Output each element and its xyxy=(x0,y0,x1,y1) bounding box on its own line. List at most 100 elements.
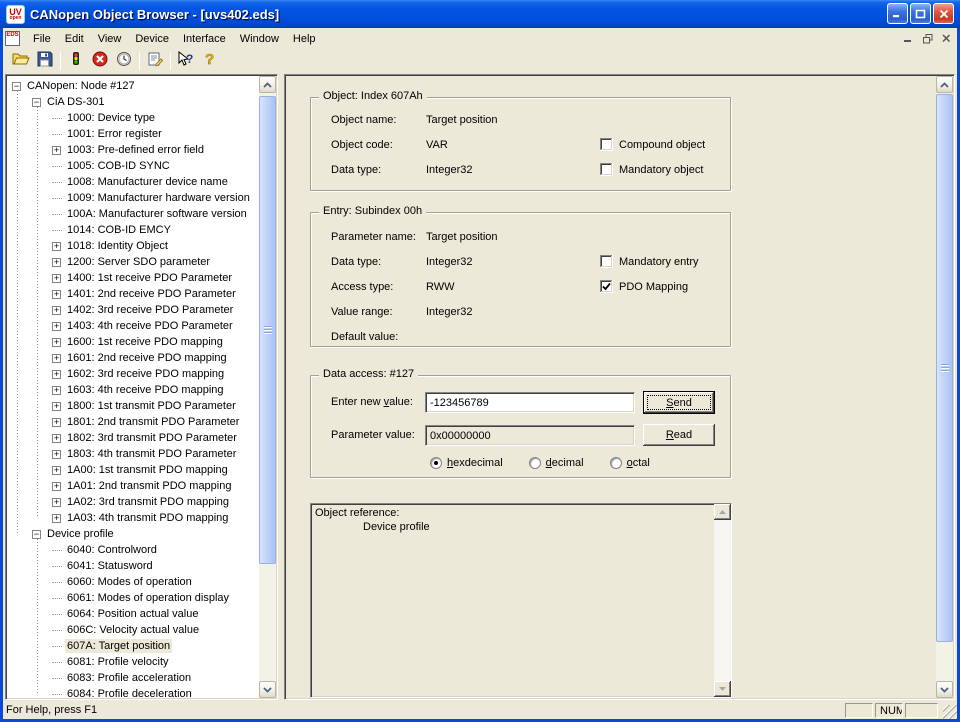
checkbox-compound-object[interactable]: Compound object xyxy=(600,138,705,151)
checkbox-pdo-mapping[interactable]: PDO Mapping xyxy=(600,280,688,293)
tree-item[interactable]: +1603: 4th receive PDO mapping xyxy=(8,382,258,398)
resize-grip[interactable] xyxy=(943,705,957,719)
object-reference-box[interactable]: Object reference: Device profile xyxy=(310,503,732,698)
expand-icon[interactable]: + xyxy=(52,386,61,395)
checked-checkbox-icon[interactable] xyxy=(600,280,613,293)
tree-item[interactable]: −Device profile xyxy=(8,526,258,542)
tree-item-label[interactable]: 1018: Identity Object xyxy=(65,239,170,253)
tree-item-label[interactable]: 1802: 3rd transmit PDO Parameter xyxy=(65,431,239,445)
unchecked-checkbox-icon[interactable] xyxy=(600,138,613,151)
tree-item-label[interactable]: 1003: Pre-defined error field xyxy=(65,143,206,157)
tree-item[interactable]: 6081: Profile velocity xyxy=(8,654,258,670)
tree-item[interactable]: 6084: Profile deceleration xyxy=(8,686,258,698)
menu-file[interactable]: File xyxy=(26,30,58,48)
stop-button[interactable] xyxy=(88,50,112,72)
properties-button[interactable] xyxy=(143,50,167,72)
collapse-icon[interactable]: − xyxy=(32,530,41,539)
parameter-value-input[interactable] xyxy=(425,425,635,446)
about-button[interactable]: ? xyxy=(198,50,222,72)
context-help-button[interactable]: ? xyxy=(174,50,198,72)
collapse-icon[interactable]: − xyxy=(12,82,21,91)
tree-item-label[interactable]: 6041: Statusword xyxy=(65,559,155,573)
new-value-input[interactable] xyxy=(425,392,635,413)
tree-item-label[interactable]: 1009: Manufacturer hardware version xyxy=(65,191,252,205)
tree-item[interactable]: 1001: Error register xyxy=(8,126,258,142)
tree-item[interactable]: 1014: COB-ID EMCY xyxy=(8,222,258,238)
expand-icon[interactable]: + xyxy=(52,242,61,251)
tree-item[interactable]: 607A: Target position xyxy=(8,638,258,654)
tree-item[interactable]: +1803: 4th transmit PDO Parameter xyxy=(8,446,258,462)
scroll-down-icon[interactable] xyxy=(714,681,731,697)
tree-item-label[interactable]: 1A02: 3rd transmit PDO mapping xyxy=(65,495,231,509)
tree-item[interactable]: +1403: 4th receive PDO Parameter xyxy=(8,318,258,334)
tree-item-label[interactable]: 1000: Device type xyxy=(65,111,157,125)
go-online-button[interactable] xyxy=(64,50,88,72)
maximize-button[interactable] xyxy=(910,3,931,24)
tree-item-label[interactable]: 1A01: 2nd transmit PDO mapping xyxy=(65,479,233,493)
tree-item[interactable]: +1402: 3rd receive PDO Parameter xyxy=(8,302,258,318)
radio-icon[interactable] xyxy=(610,457,622,469)
expand-icon[interactable]: + xyxy=(52,146,61,155)
tree-item[interactable]: 6040: Controlword xyxy=(8,542,258,558)
radio-octal[interactable]: octal xyxy=(610,457,650,469)
collapse-icon[interactable]: − xyxy=(32,98,41,107)
selected-radio-icon[interactable] xyxy=(430,457,442,469)
send-button[interactable]: Send xyxy=(643,391,715,414)
tree-item-label[interactable]: CiA DS-301 xyxy=(45,95,106,109)
menu-interface[interactable]: Interface xyxy=(176,30,233,48)
tree-item[interactable]: +1600: 1st receive PDO mapping xyxy=(8,334,258,350)
tree-item[interactable]: +1A01: 2nd transmit PDO mapping xyxy=(8,478,258,494)
radio-decimal[interactable]: decimal xyxy=(529,457,584,469)
tree-item-label[interactable]: 1800: 1st transmit PDO Parameter xyxy=(65,399,238,413)
tree-item[interactable]: 100A: Manufacturer software version xyxy=(8,206,258,222)
tree-item-label[interactable]: 6084: Profile deceleration xyxy=(65,687,194,698)
tree-item[interactable]: 6041: Statusword xyxy=(8,558,258,574)
tree-item[interactable]: +1A02: 3rd transmit PDO mapping xyxy=(8,494,258,510)
tree-item-label[interactable]: 1014: COB-ID EMCY xyxy=(65,223,173,237)
tree-item-label[interactable]: 1008: Manufacturer device name xyxy=(65,175,230,189)
tree-item[interactable]: +1802: 3rd transmit PDO Parameter xyxy=(8,430,258,446)
minimize-button[interactable] xyxy=(887,3,908,24)
tree-item-label[interactable]: 6040: Controlword xyxy=(65,543,159,557)
save-button[interactable] xyxy=(33,50,57,72)
checkbox-mandatory-object[interactable]: Mandatory object xyxy=(600,163,703,176)
tree-item[interactable]: +1602: 3rd receive PDO mapping xyxy=(8,366,258,382)
tree-item[interactable]: +1801: 2nd transmit PDO Parameter xyxy=(8,414,258,430)
tree-item-label[interactable]: 1401: 2nd receive PDO Parameter xyxy=(65,287,238,301)
tree-item-label[interactable]: 1600: 1st receive PDO mapping xyxy=(65,335,225,349)
expand-icon[interactable]: + xyxy=(52,450,61,459)
expand-icon[interactable]: + xyxy=(52,402,61,411)
tree-item[interactable]: 1009: Manufacturer hardware version xyxy=(8,190,258,206)
expand-icon[interactable]: + xyxy=(52,498,61,507)
tree-item-label[interactable]: 607A: Target position xyxy=(65,639,172,653)
expand-icon[interactable]: + xyxy=(52,290,61,299)
tree-scrollbar[interactable] xyxy=(259,76,276,698)
unchecked-checkbox-icon[interactable] xyxy=(600,163,613,176)
tree-item[interactable]: +1601: 2nd receive PDO mapping xyxy=(8,350,258,366)
tree-item[interactable]: +1800: 1st transmit PDO Parameter xyxy=(8,398,258,414)
tree-item-label[interactable]: 1403: 4th receive PDO Parameter xyxy=(65,319,235,333)
expand-icon[interactable]: + xyxy=(52,258,61,267)
tree-item[interactable]: 6064: Position actual value xyxy=(8,606,258,622)
tree-item[interactable]: +1018: Identity Object xyxy=(8,238,258,254)
tree-item-label[interactable]: CANopen: Node #127 xyxy=(25,79,137,93)
radio-icon[interactable] xyxy=(529,457,541,469)
expand-icon[interactable]: + xyxy=(52,370,61,379)
timer-button[interactable] xyxy=(112,50,136,72)
expand-icon[interactable]: + xyxy=(52,354,61,363)
close-button[interactable] xyxy=(933,3,954,24)
open-file-button[interactable] xyxy=(9,50,33,72)
menu-edit[interactable]: Edit xyxy=(58,30,91,48)
tree-item[interactable]: 1000: Device type xyxy=(8,110,258,126)
read-button[interactable]: Read xyxy=(643,424,715,446)
tree-item-label[interactable]: 1602: 3rd receive PDO mapping xyxy=(65,367,226,381)
expand-icon[interactable]: + xyxy=(52,418,61,427)
tree-item-label[interactable]: 1803: 4th transmit PDO Parameter xyxy=(65,447,238,461)
menu-window[interactable]: Window xyxy=(233,30,286,48)
tree-scroll-thumb[interactable] xyxy=(259,96,276,564)
tree-item[interactable]: 6083: Profile acceleration xyxy=(8,670,258,686)
tree-item[interactable]: 1008: Manufacturer device name xyxy=(8,174,258,190)
tree-item-label[interactable]: 1402: 3rd receive PDO Parameter xyxy=(65,303,235,317)
tree-item[interactable]: +1401: 2nd receive PDO Parameter xyxy=(8,286,258,302)
tree-item-label[interactable]: 100A: Manufacturer software version xyxy=(65,207,249,221)
